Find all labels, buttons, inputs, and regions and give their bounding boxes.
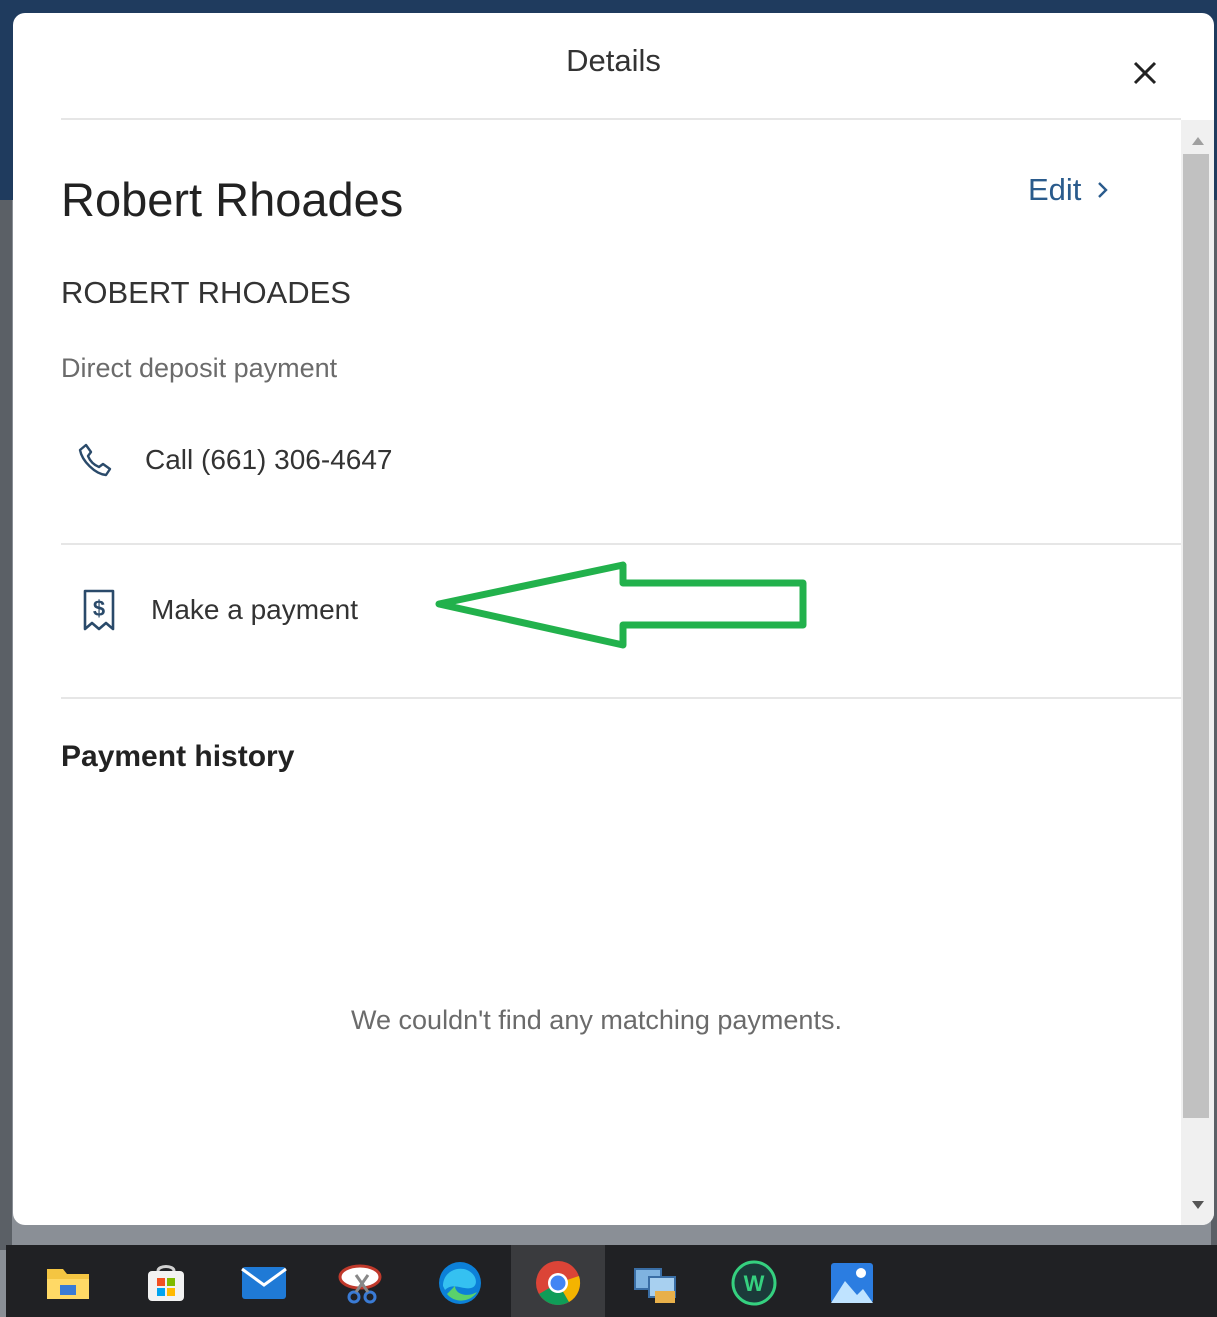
- w-app-icon: W: [731, 1260, 777, 1306]
- taskbar-file-explorer[interactable]: [42, 1259, 94, 1307]
- account-name: ROBERT RHOADES: [61, 275, 351, 310]
- svg-text:$: $: [93, 596, 105, 621]
- triangle-down-icon: [1191, 1201, 1204, 1209]
- taskbar-snipping-tool[interactable]: [336, 1259, 388, 1307]
- scroll-down-button[interactable]: [1181, 1192, 1214, 1218]
- chrome-icon: [536, 1261, 581, 1305]
- network-app-icon: [634, 1268, 676, 1303]
- dialog-content: Robert Rhoades Edit ROBERT RHOADES Direc…: [13, 120, 1181, 1225]
- divider: [61, 697, 1181, 699]
- edge-icon: [439, 1262, 481, 1304]
- taskbar-w-app[interactable]: W: [728, 1259, 780, 1307]
- triangle-up-icon: [1191, 137, 1204, 145]
- close-icon: [1133, 61, 1157, 85]
- background-window-left: [0, 200, 12, 1250]
- call-button[interactable]: Call (661) 306-4647: [61, 430, 393, 490]
- taskbar-chrome[interactable]: [532, 1259, 584, 1307]
- taskbar-mail[interactable]: [238, 1259, 290, 1307]
- taskbar: W: [6, 1245, 1217, 1317]
- edit-label: Edit: [1028, 172, 1082, 207]
- payment-history-title: Payment history: [61, 740, 295, 773]
- receipt-dollar-icon: $: [83, 589, 115, 631]
- close-button[interactable]: [1125, 53, 1165, 93]
- scrollbar[interactable]: [1181, 120, 1214, 1225]
- divider: [61, 543, 1181, 545]
- taskbar-microsoft-store[interactable]: [140, 1259, 192, 1307]
- file-explorer-icon: [47, 1269, 89, 1299]
- mail-icon: [241, 1267, 287, 1299]
- make-payment-button[interactable]: $ Make a payment: [61, 580, 358, 640]
- details-dialog: Details Robert Rhoades Edit ROBERT RHOAD…: [13, 13, 1214, 1225]
- arrow-left-annotation: [435, 561, 807, 649]
- microsoft-store-icon: [148, 1265, 184, 1301]
- call-label: Call (661) 306-4647: [145, 444, 393, 475]
- scroll-thumb[interactable]: [1183, 154, 1209, 1118]
- scroll-up-button[interactable]: [1181, 128, 1214, 154]
- chevron-right-icon: [1098, 182, 1109, 198]
- edit-link[interactable]: Edit: [1028, 172, 1109, 208]
- snipping-tool-icon: [338, 1264, 382, 1304]
- taskbar-edge[interactable]: [434, 1259, 486, 1307]
- svg-text:W: W: [744, 1271, 765, 1296]
- payee-name: Robert Rhoades: [61, 173, 404, 226]
- phone-icon: [78, 443, 112, 477]
- dialog-header: Details: [13, 13, 1214, 119]
- dialog-title: Details: [566, 43, 661, 78]
- taskbar-photos[interactable]: [826, 1259, 878, 1307]
- photos-icon: [831, 1263, 873, 1303]
- payment-method: Direct deposit payment: [61, 353, 338, 383]
- taskbar-network-app[interactable]: [630, 1259, 682, 1307]
- empty-history-message: We couldn't find any matching payments.: [351, 1005, 842, 1035]
- make-payment-label: Make a payment: [151, 594, 358, 625]
